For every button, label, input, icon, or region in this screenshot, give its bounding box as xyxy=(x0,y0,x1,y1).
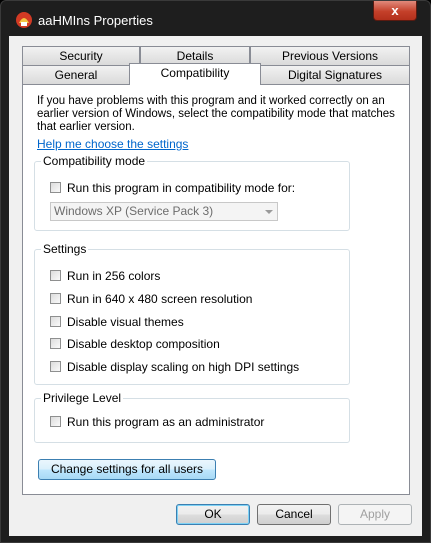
tab-previous-versions[interactable]: Previous Versions xyxy=(250,46,410,65)
intro-text: If you have problems with this program a… xyxy=(37,95,395,133)
compat-mode-group: Compatibility mode Run this program in c… xyxy=(34,154,350,231)
checkbox[interactable] xyxy=(50,270,61,281)
title-bar[interactable]: aaHMIns Properties x xyxy=(1,1,430,35)
tab-label: Digital Signatures xyxy=(287,68,383,82)
tab-label: Previous Versions xyxy=(281,49,379,63)
tab-general[interactable]: General xyxy=(22,65,130,84)
run-as-admin-checkbox[interactable] xyxy=(50,416,61,427)
apply-button[interactable]: Apply xyxy=(338,504,412,525)
dropdown-value: Windows XP (Service Pack 3) xyxy=(54,204,214,218)
checkbox[interactable] xyxy=(50,293,61,304)
tab-label: Details xyxy=(176,49,214,63)
tab-label: General xyxy=(54,68,98,82)
group-label-privilege: Privilege Level xyxy=(41,391,124,405)
tab-compatibility[interactable]: Compatibility xyxy=(129,63,261,85)
checkbox-label: Disable display scaling on high DPI sett… xyxy=(67,360,300,374)
tab-security[interactable]: Security xyxy=(22,46,140,65)
group-label-compat-mode: Compatibility mode xyxy=(41,154,148,168)
checkbox-label: Run in 256 colors xyxy=(67,269,161,283)
tab-digital-signatures[interactable]: Digital Signatures xyxy=(260,65,410,84)
compat-mode-checkbox[interactable] xyxy=(50,182,61,193)
cancel-button[interactable]: Cancel xyxy=(257,504,331,525)
chevron-down-icon xyxy=(265,210,273,214)
compat-mode-checkbox-label: Run this program in compatibility mode f… xyxy=(67,181,296,195)
tab-label: Compatibility xyxy=(160,66,230,80)
properties-window: aaHMIns Properties x Security Details Pr… xyxy=(0,0,431,543)
close-button[interactable]: x xyxy=(373,1,417,21)
checkbox[interactable] xyxy=(50,361,61,372)
checkbox-label: Run in 640 x 480 screen resolution xyxy=(67,292,253,306)
ok-button[interactable]: OK xyxy=(176,504,250,525)
change-settings-all-users-button[interactable]: Change settings for all users xyxy=(38,459,216,480)
checkbox-label: Disable visual themes xyxy=(67,315,184,329)
tab-label: Security xyxy=(59,49,103,63)
checkbox-label: Disable desktop composition xyxy=(67,337,220,351)
dialog-body: Security Details Previous Versions Gener… xyxy=(9,36,422,536)
settings-group: Settings Run in 256 colors Run in 640 x … xyxy=(34,242,350,385)
compat-mode-dropdown[interactable]: Windows XP (Service Pack 3) xyxy=(50,202,278,221)
checkbox[interactable] xyxy=(50,338,61,349)
close-icon: x xyxy=(391,3,399,18)
run-as-admin-label: Run this program as an administrator xyxy=(67,415,265,429)
app-icon xyxy=(16,12,32,28)
checkbox[interactable] xyxy=(50,316,61,327)
window-title: aaHMIns Properties xyxy=(38,13,153,28)
privilege-group: Privilege Level Run this program as an a… xyxy=(34,391,350,443)
group-label-settings: Settings xyxy=(41,242,89,256)
compatibility-panel: If you have problems with this program a… xyxy=(22,84,410,495)
help-link[interactable]: Help me choose the settings xyxy=(37,137,188,151)
